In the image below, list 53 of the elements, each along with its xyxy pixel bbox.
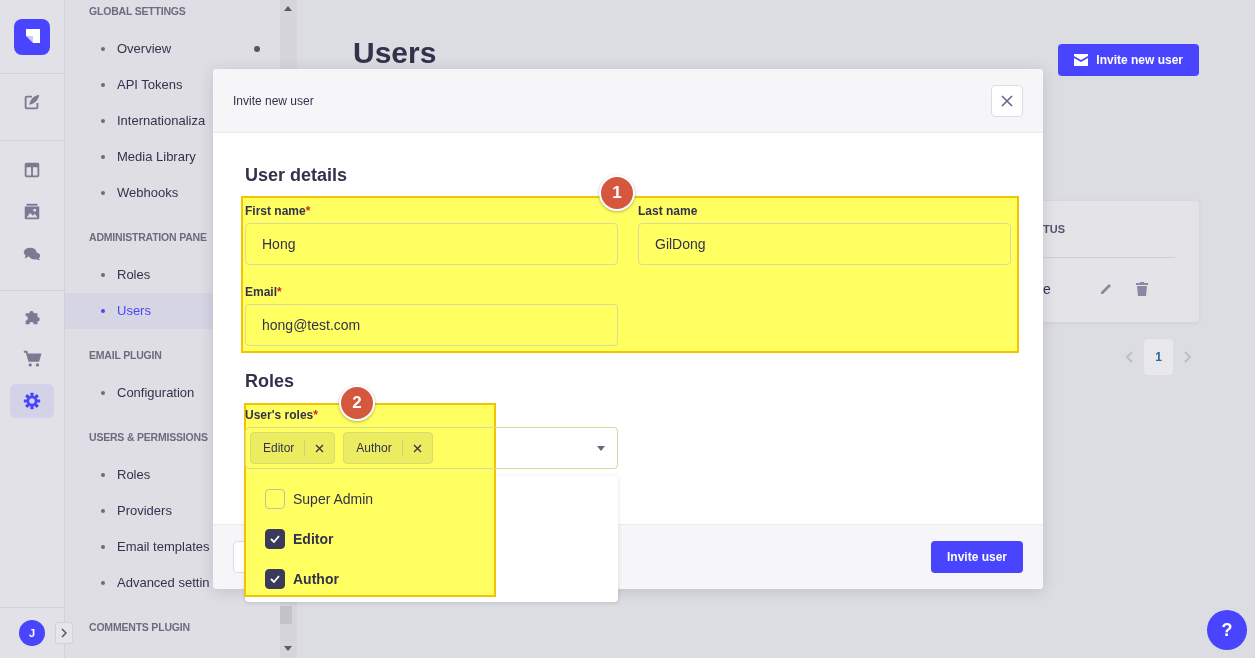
caret-icon xyxy=(597,446,605,451)
section-heading: GLOBAL SETTINGS xyxy=(89,4,186,20)
field-label: User's roles* xyxy=(245,407,319,423)
feather-icon xyxy=(22,92,42,112)
section-heading: User details xyxy=(245,164,349,187)
checkbox[interactable] xyxy=(265,529,285,549)
checkbox[interactable] xyxy=(265,569,285,589)
table-cell-text: e xyxy=(1043,279,1051,299)
section-heading: USERS & PERMISSIONS xyxy=(89,430,208,446)
help-button[interactable]: ? xyxy=(1207,610,1247,650)
step-number: 2 xyxy=(339,385,375,421)
section-heading: ADMINISTRATION PANE xyxy=(89,230,207,246)
checkbox[interactable] xyxy=(265,489,285,509)
column-header: TUS xyxy=(1043,221,1066,237)
settings-icon xyxy=(22,391,42,411)
nav-button[interactable] xyxy=(10,384,54,418)
scroll-down-icon[interactable] xyxy=(284,646,292,651)
user-avatar[interactable]: J xyxy=(19,620,45,646)
scroll-thumb[interactable] xyxy=(280,606,292,624)
invite-user-button[interactable]: Invite new user xyxy=(1058,44,1199,76)
role-tag: Editor xyxy=(250,432,336,464)
close-button[interactable] xyxy=(991,84,1023,117)
mail-icon xyxy=(1074,54,1089,66)
cart-icon xyxy=(22,349,42,369)
image-icon xyxy=(22,202,42,222)
field-label: Last name xyxy=(638,203,699,219)
page-title: Users xyxy=(353,38,437,68)
menu-item[interactable]: Overview xyxy=(65,31,280,67)
scroll-up-icon[interactable] xyxy=(284,6,292,11)
section-heading: Roles xyxy=(245,370,296,393)
text-field[interactable]: Hong xyxy=(245,223,618,265)
roles-select[interactable]: Editor Author xyxy=(245,427,618,469)
page-number[interactable]: 1 xyxy=(1144,339,1173,375)
text-field[interactable]: GilDong xyxy=(638,223,1011,265)
close-icon xyxy=(412,443,422,453)
delete-icon[interactable] xyxy=(1135,282,1148,296)
close-icon xyxy=(315,443,325,453)
layout-icon xyxy=(22,160,42,180)
section-heading: COMMENTS PLUGIN xyxy=(89,620,190,636)
text-field[interactable]: hong@test.com xyxy=(245,304,618,346)
app-logo[interactable] xyxy=(14,18,50,55)
chevron-right-icon xyxy=(61,628,67,638)
check-icon xyxy=(270,535,280,543)
step-number: 1 xyxy=(599,175,635,211)
role-tag: Author xyxy=(343,432,433,464)
check-icon xyxy=(270,575,280,583)
expand-button[interactable] xyxy=(55,622,73,644)
invite-user-button[interactable]: Invite user xyxy=(930,541,1023,573)
close-icon xyxy=(1001,94,1013,107)
edit-icon[interactable] xyxy=(1098,282,1113,296)
dialog-title: Invite new user xyxy=(233,92,314,110)
field-label: First name* xyxy=(245,203,312,219)
section-heading: EMAIL PLUGIN xyxy=(89,348,162,364)
